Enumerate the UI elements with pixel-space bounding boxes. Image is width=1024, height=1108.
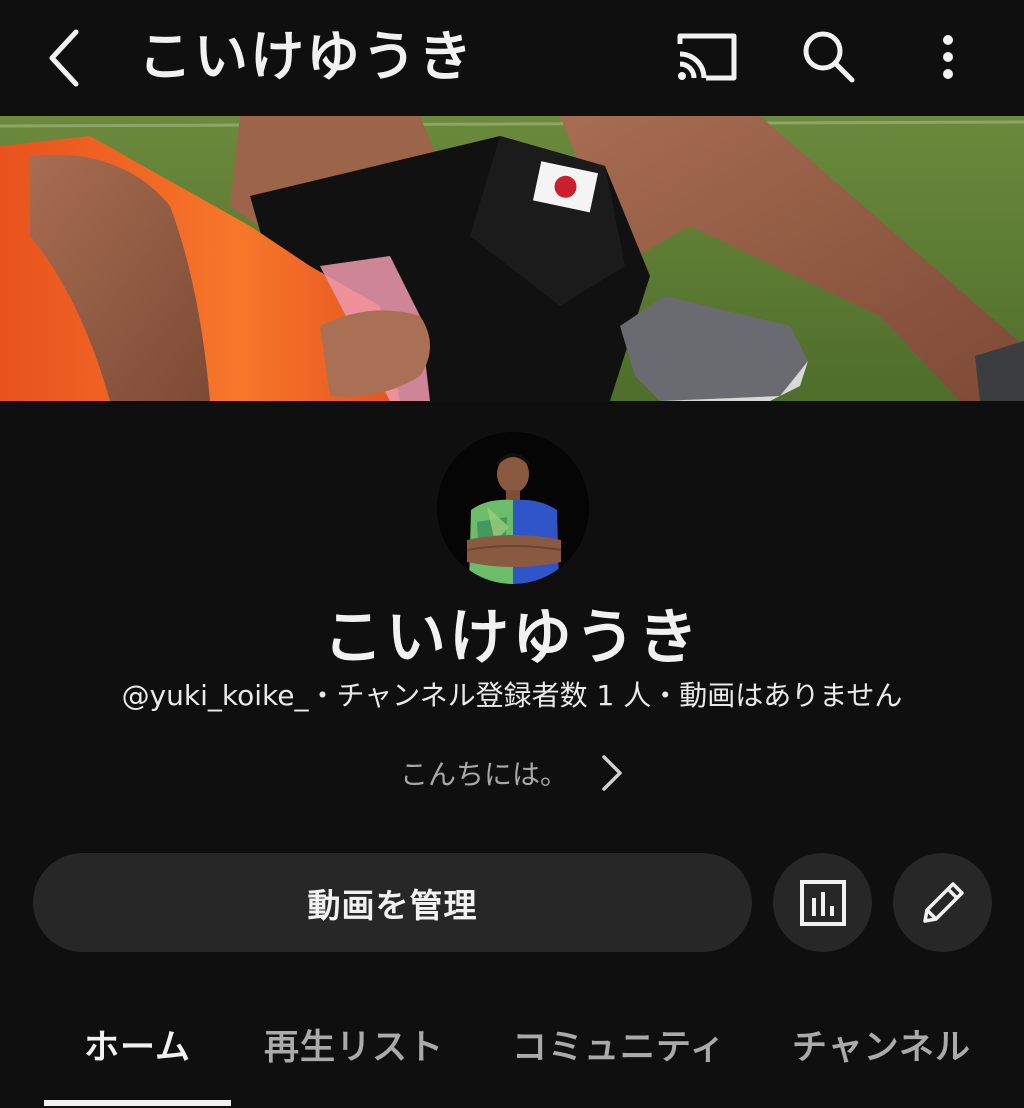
channel-name: こいけゆうき [323, 603, 701, 673]
more-options-button[interactable] [930, 30, 966, 84]
banner-image [0, 116, 1024, 401]
chevron-right-icon [602, 755, 622, 791]
edit-channel-button[interactable] [893, 853, 992, 952]
back-chevron-icon [49, 29, 79, 87]
channel-description-link[interactable]: こんちには。 [0, 750, 1024, 796]
cast-button[interactable] [676, 30, 738, 84]
cast-icon [677, 33, 737, 81]
channel-avatar[interactable] [437, 432, 589, 584]
avatar-photo [437, 432, 589, 584]
tab-playlists[interactable]: 再生リスト [264, 1024, 444, 1072]
back-button[interactable] [40, 26, 90, 90]
channel-description: こんちには。 [399, 758, 568, 791]
channel-meta: @yuki_koike_・チャンネル登録者数 1 人・動画はありません [121, 679, 903, 712]
tab-community[interactable]: コミュニティ [512, 1024, 726, 1072]
search-icon [803, 31, 855, 83]
channel-banner [0, 116, 1024, 401]
search-button[interactable] [800, 28, 856, 84]
page-title: こいけゆうき [138, 25, 474, 88]
manage-videos-button[interactable]: 動画を管理 [33, 853, 752, 952]
channel-page: こいけゆうき こいけゆうき @yuki_koike_・チャンネル登録者数 1 人… [0, 0, 1024, 1108]
channel-tabs: ホーム 再生リスト コミュニティ チャンネル [0, 1010, 1024, 1108]
active-tab-indicator [44, 1100, 231, 1106]
analytics-button[interactable] [773, 853, 872, 952]
analytics-icon [799, 879, 846, 926]
tab-channels[interactable]: チャンネル [792, 1024, 971, 1072]
top-app-bar: こいけゆうき [0, 0, 1024, 116]
tab-home[interactable]: ホーム [84, 1024, 191, 1072]
pencil-icon [922, 881, 964, 923]
more-vert-icon [943, 35, 953, 79]
